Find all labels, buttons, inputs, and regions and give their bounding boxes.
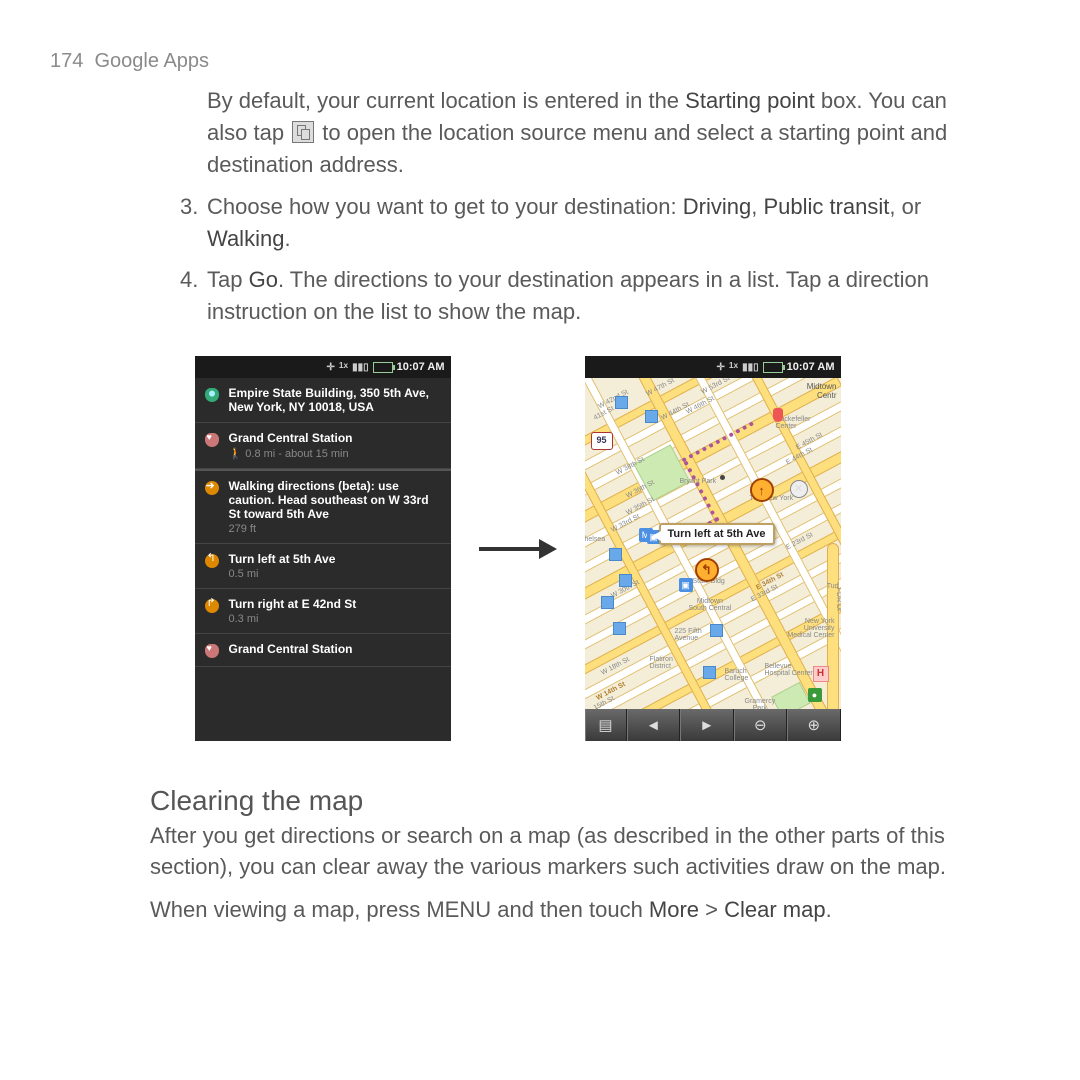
end-pin-icon (205, 644, 219, 658)
start-pin-icon (205, 388, 219, 402)
battery-icon (763, 362, 783, 373)
clock: 10:07 AM (397, 361, 445, 373)
phone-map: ✛ 1x ▮▮▯ 10:07 AM (585, 356, 841, 741)
map-poi-pin (773, 408, 783, 422)
section-title: Google Apps (95, 50, 210, 72)
next-step-button[interactable]: ► (680, 709, 734, 741)
transit-icon: ▣ (679, 578, 693, 592)
route-cross-marker: ✕ (790, 480, 808, 498)
transit-box-icon (609, 548, 622, 561)
map-callout[interactable]: Turn left at 5th Ave (659, 523, 775, 545)
transit-box-icon (619, 574, 632, 587)
transit-box-icon (615, 396, 628, 409)
direction-final[interactable]: Grand Central Station (195, 634, 451, 667)
transit-box-icon (645, 410, 658, 423)
direction-step-2[interactable]: Turn left at 5th Ave 0.5 mi (195, 544, 451, 589)
battery-icon (373, 362, 393, 373)
transit-icon: ● (808, 688, 822, 702)
map-canvas[interactable]: 95 Midtown Centr Rockefeller Center Brya… (585, 378, 841, 709)
page-number: 174 (50, 50, 83, 72)
intro-paragraph: By default, your current location is ent… (207, 85, 985, 181)
signal-icon: ▮▮▯ (352, 362, 369, 373)
clearing-body: After you get directions or search on a … (150, 821, 985, 883)
route-turn-marker: ↰ (695, 558, 719, 582)
end-pin-icon (205, 433, 219, 447)
turn-right-icon (205, 599, 219, 613)
clearing-instruction: When viewing a map, press MENU and then … (150, 895, 985, 926)
walk-icon (205, 481, 219, 495)
status-bar: ✛ 1x ▮▮▯ 10:07 AM (585, 356, 841, 378)
gps-icon: ✛ (716, 362, 724, 373)
page-header: 174 Google Apps (50, 50, 985, 73)
clearing-heading: Clearing the map (150, 785, 985, 817)
step-3: 3. Choose how you want to get to your de… (180, 191, 985, 255)
gps-icon: ✛ (326, 362, 334, 373)
route-forward-marker: ↑ (750, 478, 774, 502)
status-bar: ✛ 1x ▮▮▯ 10:07 AM (195, 356, 451, 378)
transit-box-icon (601, 596, 614, 609)
direction-end-summary[interactable]: Grand Central Station 🚶 0.8 mi - about 1… (195, 423, 451, 469)
direction-step-1[interactable]: Walking directions (beta): use caution. … (195, 471, 451, 544)
transit-box-icon (613, 622, 626, 635)
signal-icon: ▮▮▯ (742, 362, 759, 373)
zoom-in-button[interactable]: ⊕ (787, 709, 841, 741)
turn-left-icon (205, 554, 219, 568)
transit-box-icon (703, 666, 716, 679)
network-icon: 1x (339, 360, 348, 375)
highway-shield: 95 (591, 432, 613, 450)
direction-start[interactable]: Empire State Building, 350 5th Ave, New … (195, 378, 451, 423)
screenshot-row: ✛ 1x ▮▮▯ 10:07 AM Empire State Building,… (50, 356, 985, 741)
step-4: 4. Tap Go. The directions to your destin… (180, 264, 985, 328)
map-toolbar: ▤ ◄ ► ⊖ ⊕ (585, 709, 841, 741)
phone-directions-list: ✛ 1x ▮▮▯ 10:07 AM Empire State Building,… (195, 356, 451, 741)
clock: 10:07 AM (787, 361, 835, 373)
network-icon: 1x (729, 360, 738, 375)
zoom-out-button[interactable]: ⊖ (734, 709, 788, 741)
list-button[interactable]: ▤ (585, 709, 627, 741)
arrow-icon (479, 542, 557, 556)
location-source-icon (292, 121, 314, 143)
prev-step-button[interactable]: ◄ (627, 709, 681, 741)
direction-step-3[interactable]: Turn right at E 42nd St 0.3 mi (195, 589, 451, 634)
hospital-icon: H (813, 666, 829, 682)
transit-box-icon (710, 624, 723, 637)
